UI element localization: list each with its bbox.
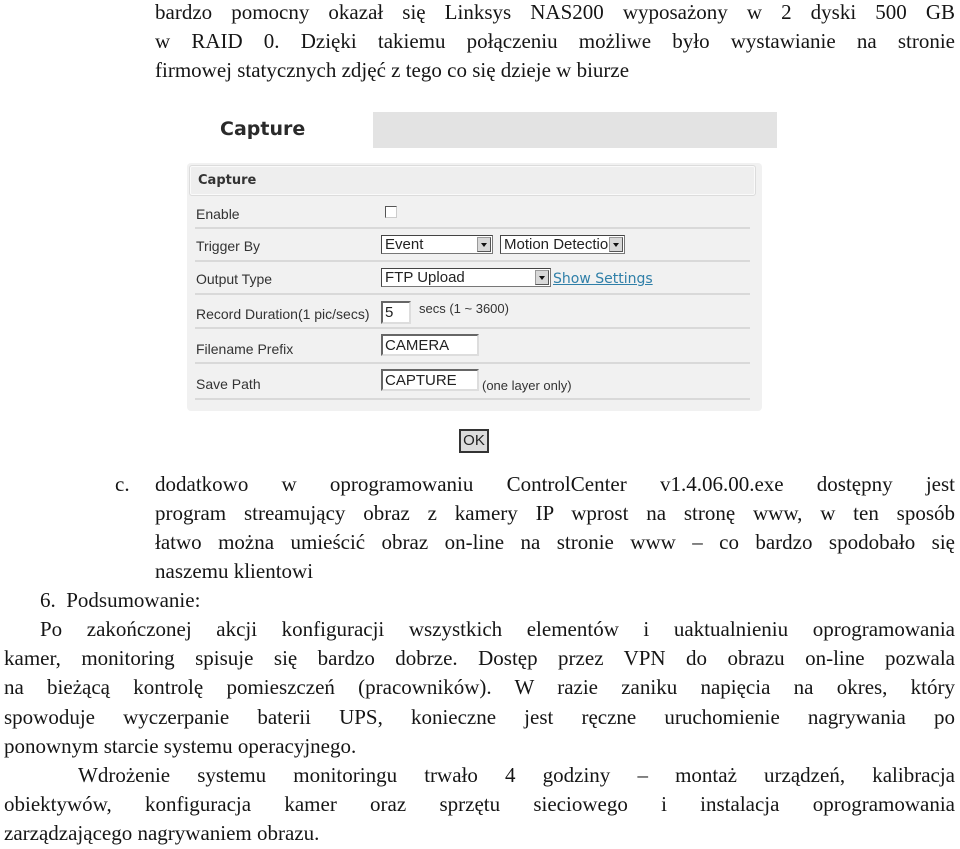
text-line: firmowej statycznych zdjęć z tego co się… xyxy=(155,58,630,82)
text-line: na bieżącą kontrolę pomieszczeń (pracown… xyxy=(4,675,955,700)
list-marker: c. xyxy=(115,472,130,496)
save-path-hint: (one layer only) xyxy=(482,378,572,393)
capture-settings-screenshot: Capture Capture Enable Trigger By Event … xyxy=(185,108,785,458)
text-line: program streamujący obraz z kamery IP wp… xyxy=(155,501,955,525)
trigger-by-label: Trigger By xyxy=(196,238,261,254)
output-type-value: FTP Upload xyxy=(385,269,465,286)
title-bar xyxy=(373,112,777,148)
record-duration-input[interactable]: 5 xyxy=(381,301,411,324)
panel-title: Capture xyxy=(198,173,257,188)
enable-row: Enable xyxy=(187,196,762,229)
row-divider xyxy=(195,398,750,400)
text-line: w RAID 0. Dzięki takiemu połączeniu możl… xyxy=(155,29,955,53)
text-line: bardzo pomocny okazał się Linksys NAS200… xyxy=(155,0,955,24)
filename-prefix-row: Filename Prefix CAMERA xyxy=(187,329,762,364)
chevron-down-icon xyxy=(477,237,491,252)
save-path-value: CAPTURE xyxy=(385,372,457,389)
show-settings-link[interactable]: Show Settings xyxy=(553,271,653,287)
ok-button[interactable]: OK xyxy=(459,429,489,453)
enable-checkbox[interactable] xyxy=(385,206,397,218)
save-path-label: Save Path xyxy=(196,376,261,392)
record-duration-label: Record Duration(1 pic/secs) xyxy=(196,306,370,322)
chevron-down-icon xyxy=(609,237,623,252)
text-line: Wdrożenie systemu monitoringu trwało 4 g… xyxy=(78,762,955,787)
summary-text: Po zakończonej akcji konfiguracji wszyst… xyxy=(4,615,955,849)
text-line: naszemu klientowi xyxy=(155,559,314,583)
trigger-event-select[interactable]: Motion Detection xyxy=(500,235,625,254)
trigger-event-value: Motion Detection xyxy=(504,236,617,253)
record-duration-row: Record Duration(1 pic/secs) 5 secs (1 ~ … xyxy=(187,295,762,329)
text-line: łatwo można umieścić obraz on-line na st… xyxy=(155,530,955,554)
panel-header: Capture xyxy=(189,165,756,196)
text-line: zarządzającego nagrywaniem obrazu. xyxy=(4,821,320,846)
enable-label: Enable xyxy=(196,206,240,222)
chevron-down-icon xyxy=(535,270,549,285)
save-path-input[interactable]: CAPTURE xyxy=(381,369,479,391)
list-item-c: dodatkowo w oprogramowaniu ControlCenter… xyxy=(155,470,955,586)
text-line: obiektywów, konfiguracja kamer oraz sprz… xyxy=(4,792,955,817)
filename-prefix-label: Filename Prefix xyxy=(196,341,294,357)
trigger-type-value: Event xyxy=(385,236,424,253)
filename-prefix-value: CAMERA xyxy=(385,337,450,354)
trigger-type-select[interactable]: Event xyxy=(381,235,493,254)
record-duration-value: 5 xyxy=(385,304,394,321)
output-type-label: Output Type xyxy=(196,271,273,287)
text-line: kamer, monitoring spisuje się bardzo dob… xyxy=(4,646,955,671)
text-line: Po zakończonej akcji konfiguracji wszyst… xyxy=(40,617,955,641)
filename-prefix-input[interactable]: CAMERA xyxy=(381,334,479,356)
save-path-row: Save Path CAPTURE (one layer only) xyxy=(187,364,762,400)
capture-page-title: Capture xyxy=(220,118,306,140)
capture-panel: Capture Enable Trigger By Event Motion D… xyxy=(187,163,762,411)
trigger-by-row: Trigger By Event Motion Detection xyxy=(187,229,762,262)
text-line: ponownym starcie systemu operacyjnego. xyxy=(4,733,357,758)
output-type-row: Output Type FTP Upload Show Settings xyxy=(187,262,762,295)
text-line: spowoduje wyczerpanie baterii UPS, konie… xyxy=(4,704,955,729)
top-paragraph: bardzo pomocny okazał się Linksys NAS200… xyxy=(155,0,955,85)
text-line: dodatkowo w oprogramowaniu ControlCenter… xyxy=(155,472,955,496)
record-duration-hint: secs (1 ~ 3600) xyxy=(419,301,509,316)
section-heading: 6. Podsumowanie: xyxy=(40,588,201,612)
output-type-select[interactable]: FTP Upload xyxy=(381,268,551,287)
